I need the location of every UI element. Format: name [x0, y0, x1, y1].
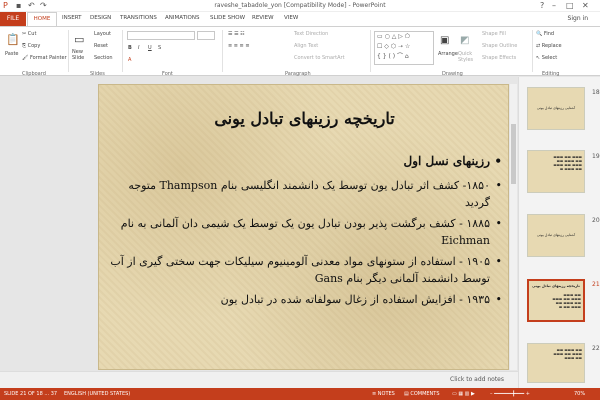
- notes-pane[interactable]: Click to add notes: [0, 371, 518, 388]
- minimize-icon[interactable]: –: [552, 1, 556, 10]
- format-painter-button[interactable]: 🖌 Format Painter: [22, 55, 67, 61]
- window-title: raveshe_tabadole_yon [Compatibility Mode…: [214, 2, 386, 9]
- arrange-icon[interactable]: ▣: [440, 35, 449, 46]
- copy-button[interactable]: ⎘ Copy: [22, 43, 40, 49]
- slide-canvas[interactable]: تاریخچه رزینهای تبادل یونی • رزینهای نسل …: [98, 84, 509, 370]
- slide-thumbnail-18[interactable]: آشنایی رزینهای تبادل یونی: [527, 87, 585, 130]
- slide-counter: SLIDE 21 OF 18 ... 37: [4, 391, 58, 397]
- status-bar: SLIDE 21 OF 18 ... 37 ENGLISH (UNITED ST…: [0, 388, 600, 400]
- tab-file[interactable]: FILE: [0, 12, 26, 26]
- reset-button[interactable]: Reset: [94, 43, 108, 49]
- close-icon[interactable]: ✕: [582, 1, 589, 10]
- align-buttons[interactable]: ≡ ≡ ≡ ≡: [228, 43, 250, 49]
- layout-button[interactable]: Layout: [94, 31, 111, 37]
- underline-button[interactable]: U: [148, 45, 152, 51]
- slide-thumbnail-20[interactable]: آشنایی رزینهای تبادل یونی: [527, 214, 585, 257]
- notes-placeholder: Click to add notes: [450, 376, 504, 383]
- text-direction-button[interactable]: Text Direction: [294, 31, 328, 37]
- tab-insert[interactable]: INSERT: [62, 15, 81, 21]
- italic-button[interactable]: I: [138, 45, 139, 51]
- font-color-button[interactable]: A: [128, 57, 131, 63]
- thumb-number: 19: [592, 153, 600, 160]
- bullet-5[interactable]: • ۱۹۳۵ - افزایش استفاده از زغال سولفاته ش…: [105, 291, 502, 308]
- drawing-group-label: Drawing: [442, 71, 463, 77]
- paragraph-group-label: Paragraph: [285, 71, 311, 77]
- slide-thumbnail-22[interactable]: ▬▬ ▬▬▬ ▬▬ ▬▬▬ ▬▬ ▬▬▬ ▬▬ ▬▬▬: [527, 343, 585, 383]
- bullet-4[interactable]: • ۱۹۰۵ - استفاده از ستونهای مواد معدنی آل…: [105, 253, 502, 287]
- zoom-slider[interactable]: – ━━━━━━╋━━━ +: [490, 391, 530, 397]
- tab-home[interactable]: HOME: [27, 12, 57, 26]
- new-slide-button[interactable]: New Slide: [72, 49, 94, 61]
- shape-outline-button[interactable]: Shape Outline: [482, 43, 517, 49]
- bullets-button[interactable]: ☰ ☰ ☷: [228, 31, 245, 37]
- tab-view[interactable]: VIEW: [284, 15, 298, 21]
- thumb-number: 20: [592, 217, 600, 224]
- bold-button[interactable]: B: [128, 45, 132, 51]
- font-size-box[interactable]: [197, 31, 215, 40]
- shape-fill-button[interactable]: Shape Fill: [482, 31, 506, 37]
- comments-button[interactable]: ▤ COMMENTS: [404, 391, 440, 397]
- cut-button[interactable]: ✂ Cut: [22, 31, 36, 37]
- convert-smartart-button[interactable]: Convert to SmartArt: [294, 55, 345, 61]
- arrange-button[interactable]: Arrange: [438, 51, 458, 57]
- slide-thumbnail-panel: 18 آشنایی رزینهای تبادل یونی 19 ▬▬▬ ▬▬ ▬…: [518, 77, 600, 388]
- slides-group-label: Slides: [90, 71, 105, 77]
- notes-button[interactable]: ≡ NOTES: [372, 391, 395, 397]
- font-name-box[interactable]: [127, 31, 195, 40]
- restore-icon[interactable]: □: [566, 1, 574, 10]
- bullet-1[interactable]: • رزینهای نسل اول: [105, 153, 502, 170]
- ribbon-tabs: INSERT DESIGN TRANSITIONS ANIMATIONS SLI…: [0, 12, 600, 26]
- view-buttons[interactable]: ▭ ▦ ▥ ▶: [452, 391, 475, 397]
- slide-thumbnail-21[interactable]: تاریخچه رزینهای تبادل یونی ▬▬ ▬▬▬ ▬▬▬ ▬▬ ▬…: [527, 279, 585, 322]
- tab-review[interactable]: REVIEW: [252, 15, 274, 21]
- ribbon: 📋 Paste ✂ Cut ⎘ Copy 🖌 Format Painter Cl…: [0, 26, 600, 77]
- zoom-level[interactable]: 70%: [574, 391, 585, 397]
- paste-icon[interactable]: 📋: [6, 33, 20, 46]
- font-group-label: Font: [162, 71, 173, 77]
- sign-in-link[interactable]: Sign in: [568, 15, 588, 22]
- tab-animations[interactable]: ANIMATIONS: [165, 15, 200, 21]
- section-button[interactable]: Section: [94, 55, 113, 61]
- shapes-gallery[interactable]: ▭ ○ △ ▷ ⬠ ☐ ◇ ⬡ ➝ ☆{ } ( ) ⌒ ⌂: [374, 31, 434, 65]
- shape-effects-button[interactable]: Shape Effects: [482, 55, 516, 61]
- tab-transitions[interactable]: TRANSITIONS: [120, 15, 157, 21]
- shadow-button[interactable]: S: [158, 45, 161, 51]
- quick-styles-button[interactable]: Quick Styles: [458, 51, 476, 63]
- quick-styles-icon[interactable]: ◩: [460, 35, 469, 46]
- new-slide-icon[interactable]: ▭: [74, 33, 84, 46]
- select-button[interactable]: ↖ Select: [536, 55, 557, 61]
- title-bar: P ▪ ↶ ↷ raveshe_tabadole_yon [Compatibil…: [0, 0, 600, 12]
- vertical-scrollbar[interactable]: [510, 84, 517, 370]
- thumb-number: 18: [592, 89, 600, 96]
- language-indicator[interactable]: ENGLISH (UNITED STATES): [64, 391, 130, 397]
- thumb-number: 22: [592, 345, 600, 352]
- scrollbar-thumb[interactable]: [511, 124, 516, 184]
- align-text-button[interactable]: Align Text: [294, 43, 318, 49]
- paste-button[interactable]: Paste: [5, 51, 19, 57]
- replace-button[interactable]: ⇄ Replace: [536, 43, 562, 49]
- find-button[interactable]: 🔍 Find: [536, 31, 554, 37]
- tab-design[interactable]: DESIGN: [90, 15, 111, 21]
- left-pane: [0, 77, 14, 371]
- slide-thumbnail-19[interactable]: ▬▬▬ ▬▬ ▬▬▬ ▬▬ ▬▬▬ ▬▬ ▬▬▬ ▬▬ ▬▬▬ ▬▬ ▬▬▬ ▬: [527, 150, 585, 193]
- bullet-3[interactable]: • ۱۸۸۵ - کشف برگشت پذیر بودن تبادل یون یک…: [105, 215, 502, 249]
- tab-slide-show[interactable]: SLIDE SHOW: [210, 15, 245, 21]
- slide-title[interactable]: تاریخچه رزینهای تبادل یونی: [99, 109, 510, 128]
- clipboard-group-label: Clipboard: [22, 71, 46, 77]
- thumb-number: 21: [592, 281, 600, 288]
- help-icon[interactable]: ?: [540, 1, 544, 10]
- bullet-2[interactable]: • ۱۸۵۰- کشف اثر تبادل یون توسط یک دانشمند…: [105, 177, 502, 211]
